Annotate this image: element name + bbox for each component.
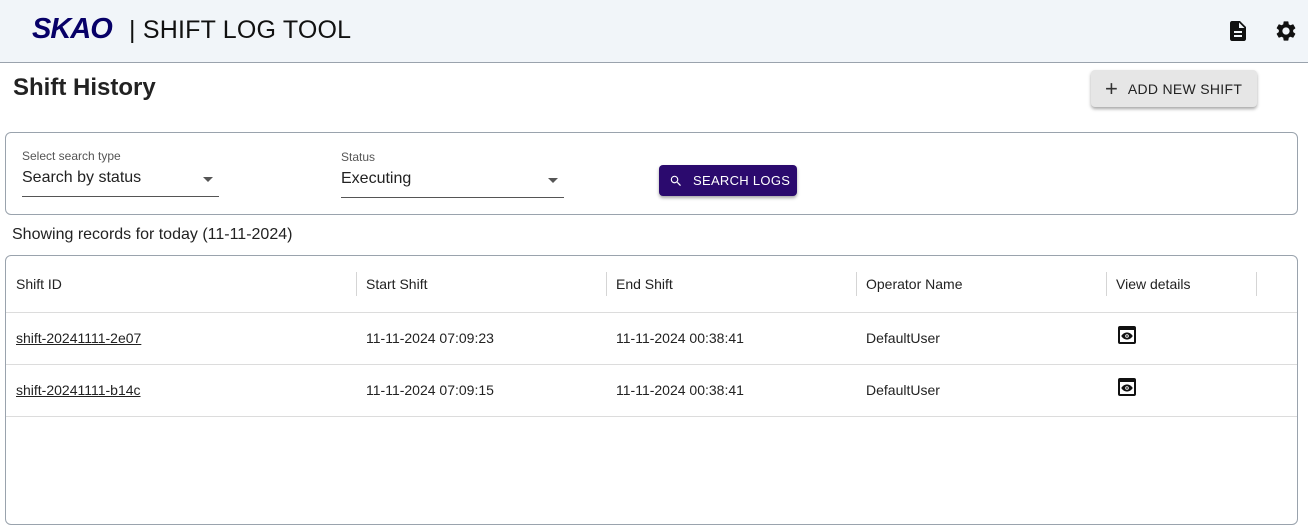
page-title: Shift History <box>13 74 156 101</box>
column-header-shift-id[interactable]: Shift ID <box>6 256 356 312</box>
column-header-end-shift[interactable]: End Shift <box>606 256 856 312</box>
shift-table: Shift ID Start Shift End Shift Operator … <box>5 255 1298 525</box>
end-shift-cell: 11-11-2024 00:38:41 <box>616 330 744 346</box>
app-bar: SKAO | SHIFT LOG TOOL <box>0 0 1308 63</box>
search-icon <box>669 174 683 188</box>
logo-text: SKAO <box>32 12 113 45</box>
dropdown-arrow-icon <box>203 177 213 182</box>
gear-icon[interactable] <box>1274 19 1298 43</box>
start-shift-cell: 11-11-2024 07:09:15 <box>366 382 494 398</box>
operator-name-cell: DefaultUser <box>866 382 940 398</box>
field-underline <box>341 197 564 198</box>
start-shift-cell: 11-11-2024 07:09:23 <box>366 330 494 346</box>
skao-logo: SKAO <box>32 12 113 45</box>
search-type-label: Select search type <box>22 149 121 163</box>
field-underline <box>22 196 219 197</box>
header-divider <box>6 312 1297 313</box>
column-header-operator-name[interactable]: Operator Name <box>856 256 1106 312</box>
status-select[interactable]: Status Executing <box>341 150 564 198</box>
row-divider <box>6 364 1297 365</box>
column-separator[interactable] <box>1256 272 1257 296</box>
column-header-start-shift[interactable]: Start Shift <box>356 256 606 312</box>
search-logs-button[interactable]: SEARCH LOGS <box>659 165 797 196</box>
shift-id-link[interactable]: shift-20241111-b14c <box>16 382 141 398</box>
end-shift-cell: 11-11-2024 00:38:41 <box>616 382 744 398</box>
status-value: Executing <box>341 170 412 187</box>
records-caption: Showing records for today (11-11-2024) <box>12 226 293 243</box>
operator-name-cell: DefaultUser <box>866 330 940 346</box>
add-new-shift-button[interactable]: + ADD NEW SHIFT <box>1091 70 1257 107</box>
document-icon[interactable] <box>1226 19 1250 43</box>
search-type-select[interactable]: Select search type Search by status <box>22 149 219 197</box>
shift-id-link[interactable]: shift-20241111-2e07 <box>16 330 141 346</box>
column-header-view-details[interactable]: View details <box>1106 256 1256 312</box>
plus-icon: + <box>1105 75 1118 101</box>
app-title: | SHIFT LOG TOOL <box>129 16 352 44</box>
shift-id-cell[interactable]: shift-20241111-2e07 <box>6 330 141 346</box>
shift-id-cell[interactable]: shift-20241111-b14c <box>6 382 141 398</box>
view-details-icon[interactable] <box>1117 377 1137 397</box>
dropdown-arrow-icon <box>548 178 558 183</box>
view-details-icon[interactable] <box>1117 325 1137 345</box>
search-type-value: Search by status <box>22 169 142 186</box>
search-logs-label: SEARCH LOGS <box>693 173 791 188</box>
row-divider <box>6 416 1297 417</box>
add-new-shift-label: ADD NEW SHIFT <box>1127 80 1243 97</box>
status-label: Status <box>341 150 376 164</box>
